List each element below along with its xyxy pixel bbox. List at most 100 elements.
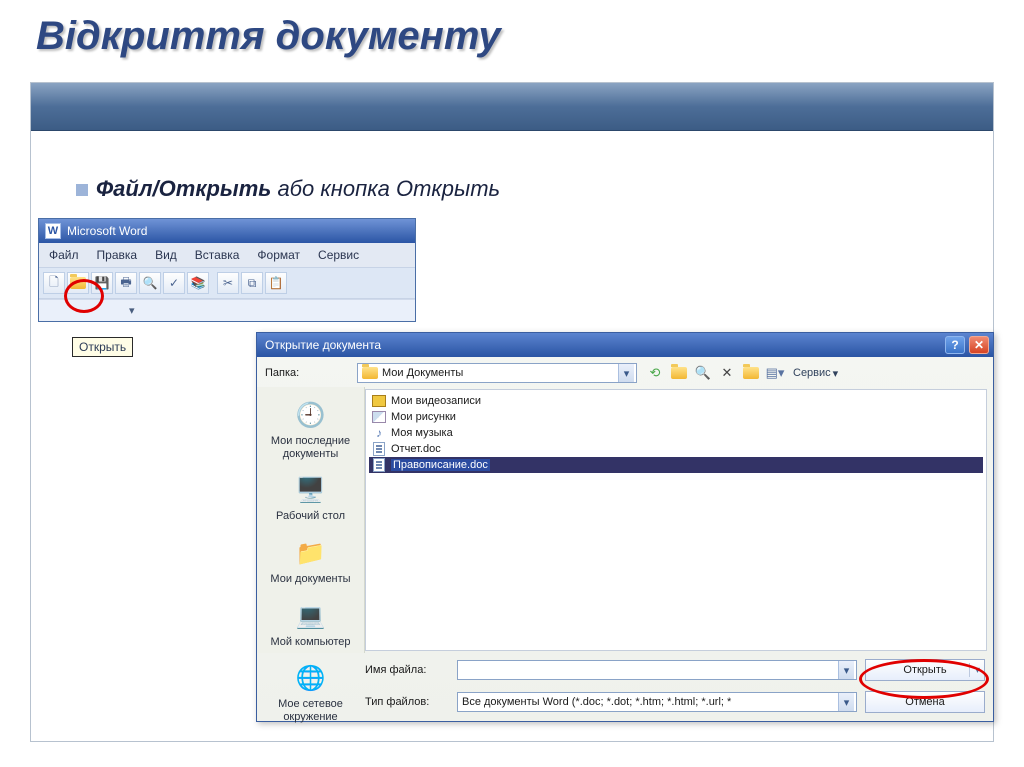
dialog-body: 🕘 Мои последние документы 🖥️ Рабочий сто… xyxy=(257,387,993,653)
toolbar-preview-icon[interactable]: 🔍 xyxy=(139,272,161,294)
cancel-button[interactable]: Отмена xyxy=(865,691,985,713)
word-menubar: Файл Правка Вид Вставка Формат Сервис xyxy=(39,243,415,268)
file-name: Мои рисунки xyxy=(391,411,456,423)
file-name: Мои видеозаписи xyxy=(391,395,481,407)
file-name: Моя музыка xyxy=(391,427,453,439)
place-mycomputer[interactable]: 💻 Мой компьютер xyxy=(265,594,357,657)
list-item[interactable]: ♪ Моя музыка xyxy=(369,425,983,441)
place-mydocs[interactable]: 📁 Мои документы xyxy=(265,531,357,594)
menu-tools[interactable]: Сервис xyxy=(310,246,367,264)
back-icon[interactable]: ⟲ xyxy=(645,363,665,383)
menu-format[interactable]: Формат xyxy=(249,246,308,264)
toolbar-new-icon[interactable]: 🗋 xyxy=(43,272,65,294)
close-button-icon[interactable]: ✕ xyxy=(969,336,989,354)
dialog-bottom-left-spacer xyxy=(257,657,365,709)
toolbar-research-icon[interactable]: 📚 xyxy=(187,272,209,294)
chevron-down-icon: ▾ xyxy=(838,693,854,711)
folder-music-icon: ♪ xyxy=(371,426,387,440)
place-mycomputer-label: Мой компьютер xyxy=(267,636,355,649)
folder-up-icon xyxy=(671,367,687,379)
place-desktop-label: Рабочий стол xyxy=(267,510,355,523)
file-list[interactable]: Мои видеозаписи Мои рисунки ♪ Моя музыка… xyxy=(365,389,987,651)
dialog-title: Открытие документа xyxy=(265,338,381,352)
place-recent-label: Мои последние документы xyxy=(267,435,355,460)
instruction-rest: або кнопка Открыть xyxy=(271,176,500,201)
doc-file-icon xyxy=(371,458,387,472)
toolbar-print-icon[interactable]: 🖶 xyxy=(115,272,137,294)
open-file-dialog: Открытие документа ? ✕ Папка: Мои Докуме… xyxy=(256,332,994,722)
outer-frame-header xyxy=(31,83,993,131)
open-button[interactable]: Открыть ▾ xyxy=(865,659,985,681)
toolbar-spell-icon[interactable]: ✓ xyxy=(163,272,185,294)
menu-view[interactable]: Вид xyxy=(147,246,185,264)
folder-pictures-icon xyxy=(371,410,387,424)
instruction-text: Файл/Открыть або кнопка Открыть xyxy=(96,176,500,202)
list-item[interactable]: Мои рисунки xyxy=(369,409,983,425)
list-item[interactable]: Отчет.doc xyxy=(369,441,983,457)
slide-title: Відкриття документу xyxy=(36,14,501,59)
place-recent[interactable]: 🕘 Мои последние документы xyxy=(265,393,357,468)
filename-label: Имя файла: xyxy=(365,664,449,676)
delete-icon[interactable]: ✕ xyxy=(717,363,737,383)
toolbar-save-icon[interactable]: 💾 xyxy=(91,272,113,294)
instruction-path: Файл/Открыть xyxy=(96,176,271,201)
place-mydocs-label: Мои документы xyxy=(267,573,355,586)
toolbar-copy-icon[interactable]: ⧉ xyxy=(241,272,263,294)
word-window-title: Microsoft Word xyxy=(67,224,147,238)
filetype-combo[interactable]: Все документы Word (*.doc; *.dot; *.htm;… xyxy=(457,692,857,712)
places-bar: 🕘 Мои последние документы 🖥️ Рабочий сто… xyxy=(257,387,365,653)
filetype-value: Все документы Word (*.doc; *.dot; *.htm;… xyxy=(462,696,834,708)
list-item-selected[interactable]: Правописание.doc xyxy=(369,457,983,473)
slide: Відкриття документу Файл/Открыть або кно… xyxy=(0,0,1024,767)
folder-value: Мои Документы xyxy=(382,367,614,379)
toolbar-cut-icon[interactable]: ✂ xyxy=(217,272,239,294)
chevron-down-icon: ▾ xyxy=(838,661,854,679)
toolbar-paste-icon[interactable]: 📋 xyxy=(265,272,287,294)
mycomputer-icon: 💻 xyxy=(292,600,330,634)
chevron-down-icon: ▾ xyxy=(975,665,980,676)
style-dropdown-icon[interactable]: ▾ xyxy=(129,304,135,317)
desktop-icon: 🖥️ xyxy=(292,474,330,508)
dialog-bottom: Имя файла: ▾ Открыть ▾ Тип файлов: Все д… xyxy=(257,653,993,717)
filename-input[interactable]: ▾ xyxy=(457,660,857,680)
up-one-level-icon[interactable] xyxy=(669,363,689,383)
folder-video-icon xyxy=(371,394,387,408)
dialog-folder-row: Папка: Мои Документы ▾ ⟲ 🔍 ✕ ▤▾ Сервис ▾ xyxy=(257,357,993,387)
bullet-icon xyxy=(76,184,88,196)
file-name: Правописание.doc xyxy=(391,459,490,471)
toolbar-open-icon[interactable] xyxy=(67,272,89,294)
folder-icon xyxy=(362,367,378,379)
open-button-label: Открыть xyxy=(903,664,946,676)
place-desktop[interactable]: 🖥️ Рабочий стол xyxy=(265,468,357,531)
dialog-titlebar: Открытие документа ? ✕ xyxy=(257,333,993,357)
file-name: Отчет.doc xyxy=(391,443,441,455)
views-icon[interactable]: ▤▾ xyxy=(765,363,785,383)
doc-file-icon xyxy=(371,442,387,456)
chevron-down-icon: ▾ xyxy=(833,367,839,380)
service-label: Сервис xyxy=(793,367,831,379)
menu-insert[interactable]: Вставка xyxy=(187,246,248,264)
chevron-down-icon: ▾ xyxy=(618,364,634,382)
filetype-label: Тип файлов: xyxy=(365,696,449,708)
word-window: W Microsoft Word Файл Правка Вид Вставка… xyxy=(38,218,416,322)
new-folder-glyph-icon xyxy=(743,367,759,379)
word-titlebar: W Microsoft Word xyxy=(39,219,415,243)
word-toolbar-lower: ▾ xyxy=(39,299,415,321)
help-button-icon[interactable]: ? xyxy=(945,336,965,354)
word-app-icon: W xyxy=(45,223,61,239)
folder-combo[interactable]: Мои Документы ▾ xyxy=(357,363,637,383)
service-dropdown[interactable]: Сервис ▾ xyxy=(789,367,842,380)
mydocuments-icon: 📁 xyxy=(292,537,330,571)
list-item[interactable]: Мои видеозаписи xyxy=(369,393,983,409)
menu-edit[interactable]: Правка xyxy=(89,246,146,264)
folder-open-icon xyxy=(70,277,86,289)
menu-file[interactable]: Файл xyxy=(41,246,87,264)
cancel-button-label: Отмена xyxy=(905,696,944,708)
new-folder-icon[interactable] xyxy=(741,363,761,383)
folder-label: Папка: xyxy=(265,367,349,379)
tooltip-open: Открыть xyxy=(72,337,133,357)
search-web-icon[interactable]: 🔍 xyxy=(693,363,713,383)
word-toolbar: 🗋 💾 🖶 🔍 ✓ 📚 ✂ ⧉ 📋 xyxy=(39,268,415,299)
recent-icon: 🕘 xyxy=(292,399,330,433)
dialog-toolbar: ⟲ 🔍 ✕ ▤▾ Сервис ▾ xyxy=(645,363,842,383)
